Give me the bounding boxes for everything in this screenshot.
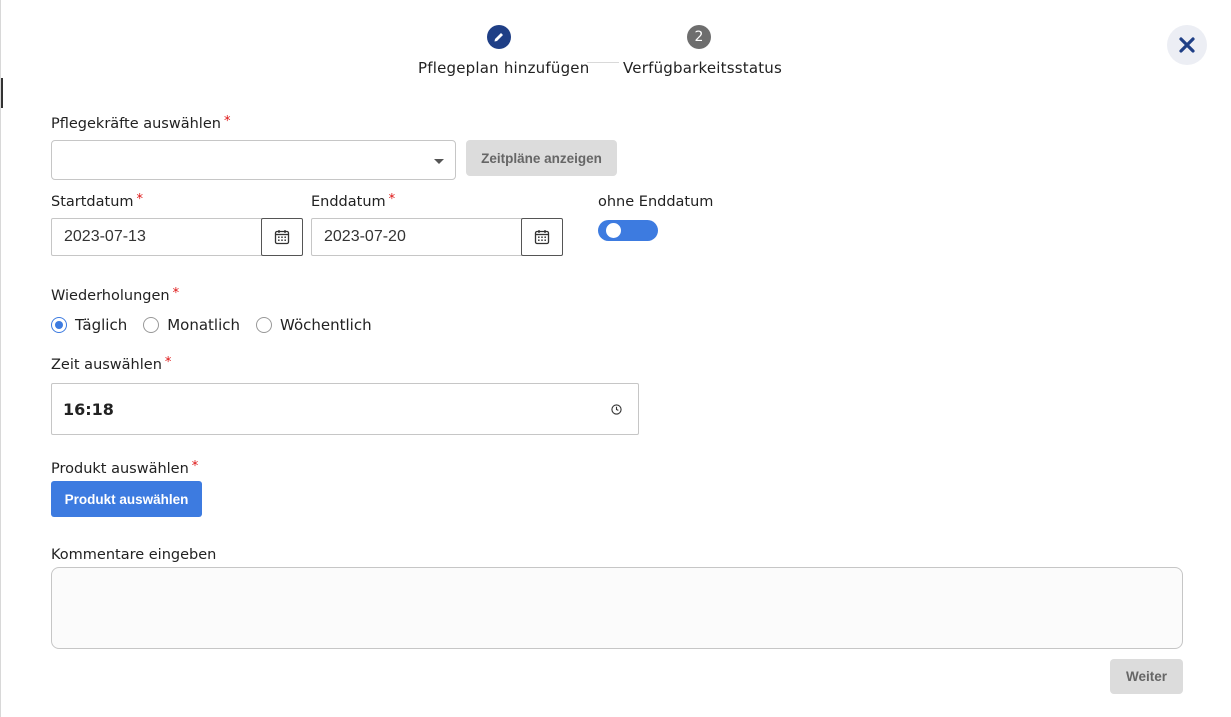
close-icon	[1179, 37, 1195, 53]
start-date-label: Startdatum *	[51, 192, 144, 210]
time-label: Zeit auswählen *	[51, 355, 172, 373]
step-2-number: 2	[687, 25, 711, 49]
repetitions-radio-group: Täglich Monatlich Wöchentlich	[51, 316, 388, 334]
toggle-knob	[606, 223, 621, 238]
comments-textarea[interactable]	[51, 567, 1183, 649]
close-button[interactable]	[1167, 25, 1207, 65]
repetitions-label: Wiederholungen *	[51, 286, 180, 304]
caret-down-icon	[434, 159, 444, 164]
start-date-calendar-button[interactable]	[261, 218, 303, 256]
radio-monthly[interactable]: Monatlich	[143, 316, 240, 334]
product-label: Produkt auswählen *	[51, 459, 199, 477]
add-care-plan-dialog: Pflegeplan hinzufügen 2 Verfügbarkeitsst…	[0, 0, 1231, 717]
start-date-input[interactable]: 2023-07-13	[51, 218, 263, 256]
step-2-label: Verfügbarkeitsstatus	[623, 59, 783, 77]
step-1-label: Pflegeplan hinzufügen	[418, 59, 590, 77]
show-schedules-button[interactable]: Zeitpläne anzeigen	[466, 140, 617, 176]
radio-button[interactable]	[143, 317, 160, 333]
end-date-input[interactable]: 2023-07-20	[311, 218, 523, 256]
select-product-button[interactable]: Produkt auswählen	[51, 481, 202, 517]
clock-icon[interactable]	[611, 404, 622, 415]
background-edge	[1, 78, 3, 108]
end-date-calendar-button[interactable]	[521, 218, 563, 256]
comments-label: Kommentare eingeben	[51, 547, 217, 563]
radio-weekly[interactable]: Wöchentlich	[256, 316, 372, 334]
radio-button-checked[interactable]	[51, 317, 67, 333]
radio-daily[interactable]: Täglich	[51, 316, 127, 334]
no-end-date-label: ohne Enddatum	[598, 194, 714, 210]
step-connector	[587, 62, 619, 63]
caregivers-label: Pflegekräfte auswählen *	[51, 114, 231, 132]
next-button[interactable]: Weiter	[1110, 659, 1183, 694]
caregivers-select[interactable]	[51, 140, 456, 180]
no-end-date-toggle[interactable]	[598, 220, 658, 241]
calendar-icon	[274, 230, 290, 245]
time-input[interactable]: 16:18	[51, 383, 639, 435]
calendar-icon	[534, 230, 550, 245]
step-1-pencil-icon	[487, 25, 511, 49]
radio-button[interactable]	[256, 317, 273, 333]
end-date-label: Enddatum *	[311, 192, 396, 210]
